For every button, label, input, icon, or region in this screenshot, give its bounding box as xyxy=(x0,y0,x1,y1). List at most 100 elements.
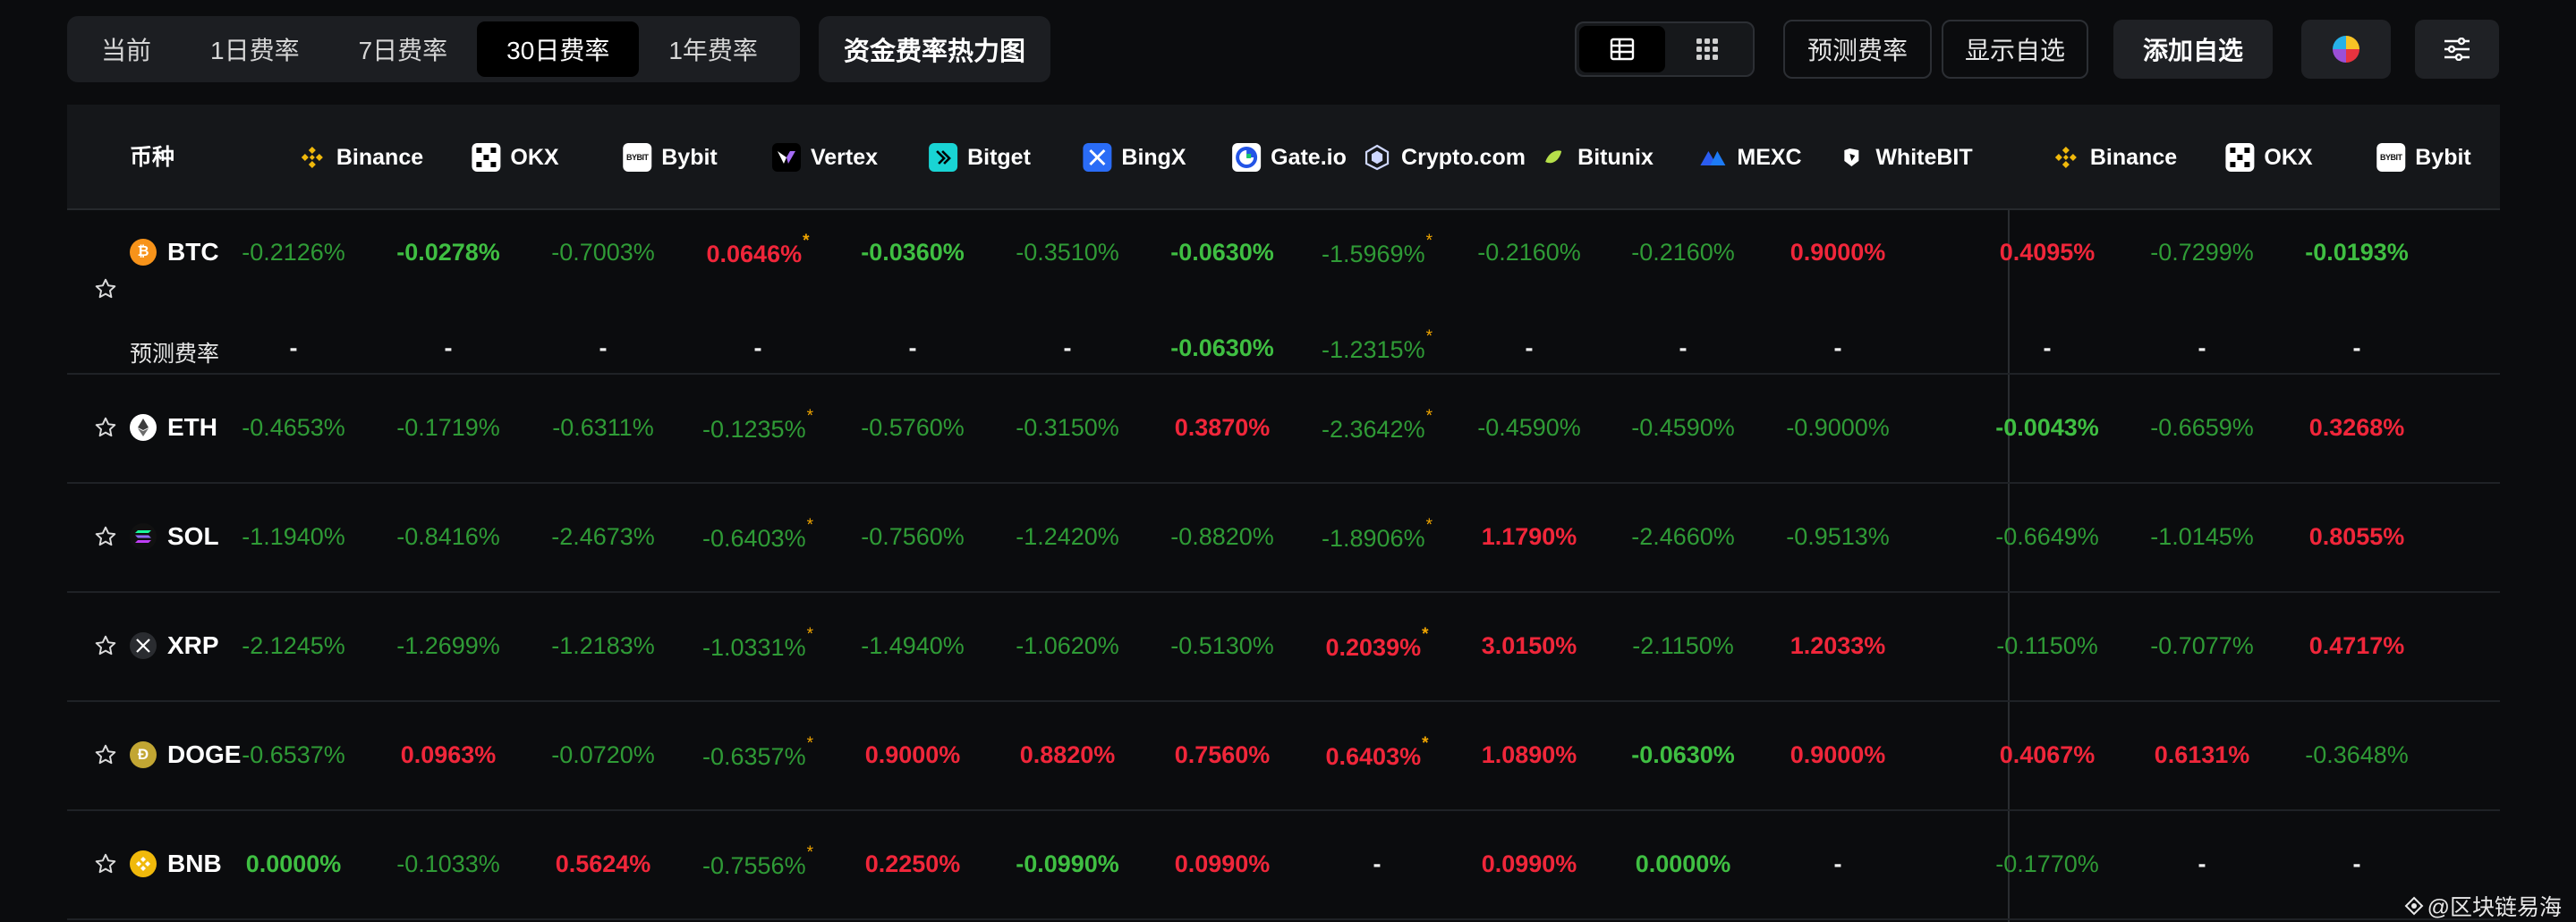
funding-rate-cell: -2.1245% xyxy=(242,632,345,659)
estimate-asterisk: * xyxy=(1422,625,1429,644)
coin-symbol: BNB xyxy=(167,850,222,877)
favorite-star-icon[interactable] xyxy=(94,525,121,552)
watermark-logo-icon xyxy=(2404,896,2424,916)
binance-icon xyxy=(2052,143,2080,172)
color-wheel-icon xyxy=(2333,36,2359,63)
funding-rate-cell: -0.3648% xyxy=(2305,741,2409,768)
okx-icon xyxy=(2225,143,2255,172)
mexc-icon xyxy=(1698,143,1727,172)
funding-rate-cell: -0.9513% xyxy=(1786,523,1890,550)
bingx-icon xyxy=(1083,143,1112,172)
funding-rate-cell: 3.0150% xyxy=(1481,632,1577,659)
funding-rate-cell: 0.0990% xyxy=(1174,850,1271,877)
tab-1y[interactable]: 1年费率 xyxy=(639,21,787,77)
funding-rate-cell: -0.1235%* xyxy=(702,407,813,443)
predicted-rate-cell: - xyxy=(599,334,608,361)
funding-rate-cell: -0.0360% xyxy=(861,239,965,266)
add-favorites-button[interactable]: 添加自选 xyxy=(2113,20,2273,79)
forecast-rate-button[interactable]: 预测费率 xyxy=(1783,20,1932,79)
predicted-rate-cell: - xyxy=(289,334,298,361)
favorite-star-icon[interactable] xyxy=(94,852,121,879)
exchange-name: Bybit xyxy=(661,144,718,170)
btc-icon: ₿ xyxy=(130,239,157,266)
exchange-header-1[interactable]: OKX xyxy=(472,105,559,210)
favorite-star-icon[interactable] xyxy=(94,277,121,304)
exchange-header-11[interactable]: Binance xyxy=(2052,105,2177,210)
favorite-star-icon[interactable] xyxy=(94,634,121,661)
estimate-asterisk: * xyxy=(1425,232,1433,250)
bitunix-icon xyxy=(1539,143,1568,172)
funding-rate-cell: -0.0630% xyxy=(1170,239,1274,266)
okx-icon xyxy=(472,143,501,172)
sol-icon xyxy=(130,523,157,550)
exchange-header-2[interactable]: BYBIT Bybit xyxy=(623,105,718,210)
funding-rate-cell: -0.6659% xyxy=(2150,414,2254,441)
funding-rate-cell: 0.0000% xyxy=(1635,850,1731,877)
predicted-rate-cell: -1.2315%* xyxy=(1322,327,1433,363)
exchange-header-12[interactable]: OKX xyxy=(2225,105,2313,210)
grid-view-button[interactable] xyxy=(1665,26,1751,72)
funding-rate-cell: -0.1150% xyxy=(1996,632,2098,659)
exchange-name: Crypto.com xyxy=(1401,144,1526,170)
coin-symbol: SOL xyxy=(167,522,219,550)
table-row: BNB 0.0000% -0.1033% 0.5624% -0.7556%* 0.2250… xyxy=(67,811,2500,920)
funding-rate-cell: -0.6311% xyxy=(552,414,654,441)
tab-7d[interactable]: 7日费率 xyxy=(329,21,478,77)
predicted-rate-cell: -0.0630% xyxy=(1170,334,1274,361)
settings-button[interactable] xyxy=(2415,20,2499,79)
table-row: XRP -2.1245% -1.2699% -1.2183% -1.0331%* -1.4… xyxy=(67,593,2500,702)
exchange-header-8[interactable]: Bitunix xyxy=(1539,105,1654,210)
table-header: 币种 Binance OKX BYBIT Bybit Vertex Bitget BingX… xyxy=(67,105,2500,210)
show-favorites-button[interactable]: 显示自选 xyxy=(1942,20,2088,79)
funding-rate-cell: - xyxy=(1833,850,1842,877)
funding-rate-cell: 0.7560% xyxy=(1174,741,1271,768)
exchange-header-7[interactable]: Crypto.com xyxy=(1363,105,1526,210)
funding-rate-cell: 0.5624% xyxy=(555,850,651,877)
predicted-rate-cell: - xyxy=(908,334,917,361)
table-view-button[interactable] xyxy=(1579,26,1665,72)
color-theme-button[interactable] xyxy=(2301,20,2391,79)
gateio-icon xyxy=(1232,143,1262,172)
funding-rate-cell: -1.2420% xyxy=(1016,523,1119,550)
funding-rate-cell: -0.5760% xyxy=(861,414,965,441)
predicted-rate-label: 预测费率 xyxy=(130,342,220,367)
watermark-text: @区块链易海 xyxy=(2427,895,2562,920)
exchange-header-10[interactable]: WhiteBIT xyxy=(1837,105,1973,210)
table-row: ₿ BTC -0.2126% -0.0278% -0.7003% 0.0646%* -0.0… xyxy=(67,212,2500,375)
funding-rate-cell: -2.1150% xyxy=(1632,632,1734,659)
bybit-icon: BYBIT xyxy=(2376,143,2406,172)
favorite-star-icon[interactable] xyxy=(94,743,121,770)
funding-rate-cell: 0.0963% xyxy=(400,741,497,768)
bybit-icon: BYBIT xyxy=(623,143,652,172)
tab-30d[interactable]: 30日费率 xyxy=(477,21,640,77)
exchange-header-6[interactable]: Gate.io xyxy=(1232,105,1347,210)
funding-rate-cell: 0.8055% xyxy=(2308,523,2405,550)
coin-cell: SOL xyxy=(130,522,219,551)
funding-rate-cell: 0.4717% xyxy=(2308,632,2405,659)
heatmap-button[interactable]: 资金费率热力图 xyxy=(819,16,1050,82)
exchange-header-4[interactable]: Bitget xyxy=(929,105,1031,210)
binance-icon xyxy=(298,143,327,172)
funding-rate-cell: -0.0193% xyxy=(2305,239,2409,266)
exchange-header-0[interactable]: Binance xyxy=(298,105,423,210)
funding-rate-cell: 0.6131% xyxy=(2154,741,2250,768)
funding-rate-cell: 0.0990% xyxy=(1481,850,1577,877)
exchange-header-9[interactable]: MEXC xyxy=(1698,105,1802,210)
funding-rate-cell: -1.0331%* xyxy=(702,625,813,661)
exchange-name: Bybit xyxy=(2415,144,2471,170)
exchange-header-5[interactable]: BingX xyxy=(1083,105,1186,210)
coin-cell: BNB xyxy=(130,850,222,878)
exchange-name: MEXC xyxy=(1737,144,1802,170)
favorite-star-icon[interactable] xyxy=(94,416,121,443)
funding-rate-cell: -1.0145% xyxy=(2150,523,2254,550)
whitebit-icon xyxy=(1837,143,1866,172)
exchange-header-13[interactable]: BYBIT Bybit xyxy=(2376,105,2471,210)
tab-1d[interactable]: 1日费率 xyxy=(181,21,329,77)
exchange-name: WhiteBIT xyxy=(1875,144,1973,170)
estimate-asterisk: * xyxy=(1425,407,1433,426)
funding-rate-cell: -1.0620% xyxy=(1016,632,1119,659)
funding-rate-table: 币种 Binance OKX BYBIT Bybit Vertex Bitget BingX… xyxy=(67,105,2500,922)
funding-rate-cell: -0.1770% xyxy=(1995,850,2099,877)
tab-current[interactable]: 当前 xyxy=(72,21,181,77)
exchange-header-3[interactable]: Vertex xyxy=(771,105,878,210)
